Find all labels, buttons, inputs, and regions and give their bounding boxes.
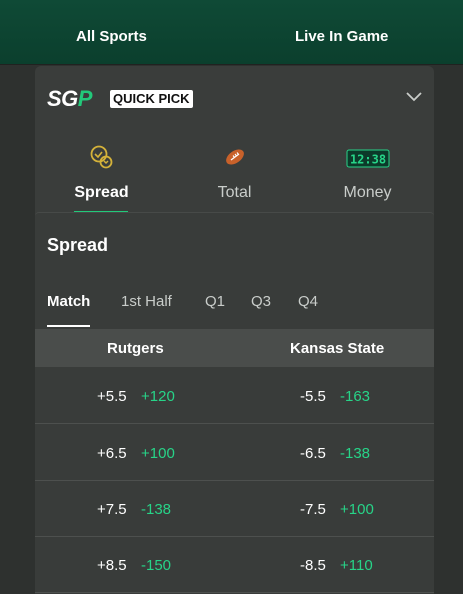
- scoreboard-icon-text: 12:38: [349, 153, 385, 167]
- home-bet-cell[interactable]: +8.5 -150: [55, 536, 235, 592]
- home-line: +7.5: [97, 501, 127, 518]
- spread-icon: [90, 145, 112, 169]
- away-line: -7.5: [300, 501, 326, 518]
- away-line: -5.5: [300, 388, 326, 405]
- away-bet-cell[interactable]: -6.5 -138: [245, 424, 425, 480]
- tab-money-label: Money: [343, 184, 392, 201]
- tab-total-label: Total: [217, 184, 252, 201]
- period-tab-label: Match: [47, 293, 91, 310]
- section-title: Spread: [47, 235, 109, 255]
- football-icon: [225, 149, 244, 165]
- away-line: -8.5: [300, 557, 326, 574]
- tab-money[interactable]: 12:38 Money: [301, 144, 434, 214]
- bet-type-tabs: Spread Total 12:38 Money: [35, 144, 434, 214]
- scoreboard-icon: 12:38: [346, 149, 389, 168]
- away-bet-cell[interactable]: -5.5 -163: [245, 367, 425, 423]
- home-line: +5.5: [97, 388, 127, 405]
- home-odds: +100: [141, 445, 175, 462]
- tab-total[interactable]: Total: [168, 144, 301, 214]
- home-odds: +120: [141, 388, 175, 405]
- home-bet-cell[interactable]: +7.5 -138: [55, 480, 235, 536]
- home-line: +6.5: [97, 445, 127, 462]
- team-header-kansas-state: Kansas State: [290, 340, 385, 357]
- away-bet-cell[interactable]: -7.5 +100: [245, 480, 425, 536]
- sgp-logo-sg: SG: [47, 86, 78, 111]
- home-odds: -138: [141, 501, 172, 518]
- home-odds: -150: [141, 557, 172, 574]
- home-line: +8.5: [97, 557, 127, 574]
- team-header-rutgers: Rutgers: [107, 340, 164, 357]
- period-tab-q3[interactable]: Q3: [251, 293, 271, 310]
- period-tab-q4[interactable]: Q4: [298, 293, 318, 310]
- spread-section: Spread Match 1st Half Q1 Q3 Q4 Rutgers K…: [35, 212, 434, 594]
- table-row: +7.5 -138 -7.5 +100: [35, 480, 434, 537]
- sgp-card: SGP QUICK PICK Spread Total 12:38 Money …: [35, 66, 434, 594]
- away-bet-cell[interactable]: -8.5 +110: [245, 536, 425, 592]
- away-odds: +110: [340, 557, 373, 574]
- away-line: -6.5: [300, 445, 326, 462]
- table-header: Rutgers Kansas State: [35, 329, 434, 367]
- period-tabs: Match 1st Half Q1 Q3 Q4: [35, 285, 434, 331]
- table-row: +8.5 -150 -8.5 +110: [35, 536, 434, 593]
- home-bet-cell[interactable]: +6.5 +100: [55, 424, 235, 480]
- away-odds: +100: [340, 501, 374, 518]
- table-row: +6.5 +100 -6.5 -138: [35, 424, 434, 481]
- sgp-header[interactable]: SGP QUICK PICK: [35, 66, 434, 132]
- period-tab-q1[interactable]: Q1: [205, 293, 225, 310]
- sgp-logo-p: P: [77, 86, 93, 111]
- quick-pick-badge: QUICK PICK: [110, 90, 193, 108]
- nav-all-sports[interactable]: All Sports: [76, 28, 147, 45]
- home-bet-cell[interactable]: +5.5 +120: [55, 367, 235, 423]
- table-row: +5.5 +120 -5.5 -163: [35, 367, 434, 424]
- period-tab-underline: [47, 325, 91, 327]
- away-odds: -138: [340, 445, 371, 462]
- away-odds: -163: [340, 388, 371, 405]
- period-tab-match[interactable]: Match: [47, 293, 91, 327]
- tab-spread-label: Spread: [74, 184, 129, 201]
- sgp-logo: SGP: [47, 86, 92, 112]
- top-nav: All Sports Live In Game: [0, 0, 463, 64]
- tab-spread[interactable]: Spread: [35, 144, 168, 214]
- chevron-down-icon[interactable]: [406, 92, 422, 102]
- period-tab-1st-half[interactable]: 1st Half: [121, 293, 172, 310]
- nav-live-in-game[interactable]: Live In Game: [295, 28, 388, 45]
